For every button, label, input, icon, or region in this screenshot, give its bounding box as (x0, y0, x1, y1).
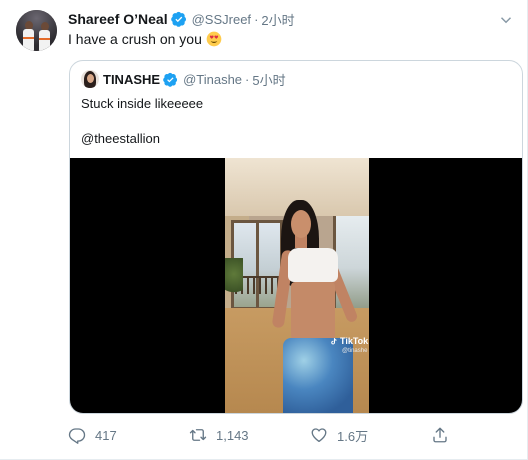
tiktok-watermark-label: TikTok (340, 336, 369, 346)
quoted-header-separator: · (245, 71, 250, 87)
retweet-button[interactable]: 1,143 (189, 424, 249, 446)
retweet-icon (189, 429, 207, 441)
verified-badge-icon (163, 72, 178, 87)
tweet-card[interactable]: Shareef O’Neal @SSJreef · 2小时 I have a c… (0, 0, 528, 460)
reply-button[interactable]: 417 (68, 424, 117, 446)
tiktok-watermark: TikTok (330, 336, 368, 346)
quoted-tweet-text: Stuck inside likeeeee (81, 96, 204, 111)
header-separator: · (254, 11, 259, 27)
quoted-author-name[interactable]: TINASHE (103, 72, 160, 87)
smiling-face-with-heart-eyes-icon (206, 31, 222, 47)
reply-count: 417 (95, 427, 117, 443)
like-count: 1.6万 (337, 428, 369, 444)
verified-badge-icon (170, 11, 186, 27)
quoted-tweet-video[interactable]: TikTok @tinashe (70, 158, 522, 413)
tweet-header: Shareef O’Neal @SSJreef · 2小时 (68, 10, 295, 28)
retweet-count: 1,143 (216, 427, 249, 443)
quoted-tweet-header: TINASHE @Tinashe · 5小时 (103, 70, 286, 89)
quoted-author-avatar[interactable] (81, 70, 99, 88)
share-button[interactable] (431, 424, 458, 446)
share-icon (433, 427, 447, 443)
tweet-timestamp[interactable]: 2小时 (261, 10, 294, 29)
quoted-tweet[interactable]: TINASHE @Tinashe · 5小时 Stuck inside like… (69, 60, 523, 414)
author-handle[interactable]: @SSJreef (192, 12, 251, 27)
tiktok-logo-icon (331, 337, 337, 344)
quoted-tweet-timestamp[interactable]: 5小时 (252, 70, 285, 89)
tiktok-watermark-user: @tinashe (342, 348, 368, 354)
heart-icon (311, 428, 327, 443)
like-button[interactable]: 1.6万 (310, 424, 368, 446)
video-frame: TikTok @tinashe (225, 158, 369, 413)
tweet-body: I have a crush on you (68, 30, 222, 48)
author-name[interactable]: Shareef O’Neal (68, 11, 168, 27)
chevron-down-icon[interactable] (497, 11, 515, 29)
tweet-actions: 417 1,143 1.6万 (68, 424, 468, 446)
author-avatar[interactable] (16, 10, 57, 51)
reply-icon (68, 428, 86, 444)
tweet-text: I have a crush on you (68, 31, 202, 47)
quoted-author-handle[interactable]: @Tinashe (183, 72, 242, 87)
quoted-tweet-mention[interactable]: @theestallion (81, 131, 160, 146)
